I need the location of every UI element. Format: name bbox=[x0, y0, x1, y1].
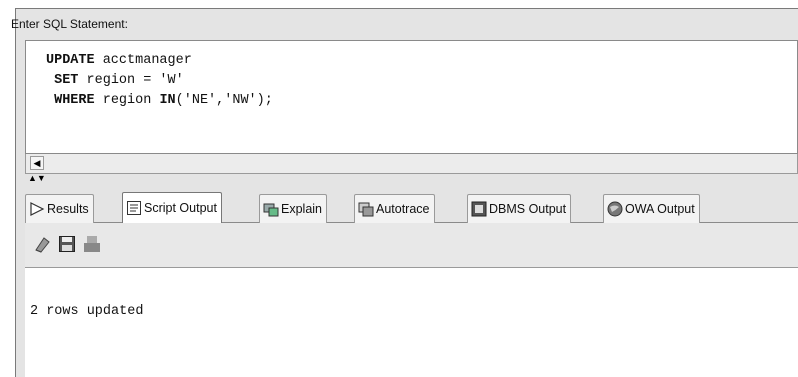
tab-owa-output-label: OWA Output bbox=[625, 202, 695, 216]
tab-explain[interactable]: Explain bbox=[259, 194, 327, 223]
splitter-arrows-icon[interactable]: ▲▼ bbox=[28, 174, 46, 183]
script-icon bbox=[126, 200, 142, 216]
keyword-in: IN bbox=[159, 93, 176, 108]
print-icon[interactable] bbox=[83, 235, 101, 253]
script-output-panel: 2 rows updated bbox=[25, 268, 798, 377]
dbms-icon bbox=[471, 201, 487, 217]
explain-icon bbox=[263, 201, 279, 217]
editor-label: Enter SQL Statement: bbox=[11, 17, 128, 31]
keyword-set: SET bbox=[54, 73, 79, 88]
tab-explain-label: Explain bbox=[281, 202, 322, 216]
code-where-column: region bbox=[94, 93, 160, 108]
globe-icon bbox=[607, 201, 623, 217]
autotrace-icon bbox=[358, 201, 374, 217]
tab-dbms-output-label: DBMS Output bbox=[489, 202, 567, 216]
save-icon[interactable] bbox=[58, 235, 76, 253]
keyword-where: WHERE bbox=[54, 93, 95, 108]
output-tabs: Results Script Output Explain Autotrace … bbox=[25, 192, 798, 224]
sql-code[interactable]: UPDATE acctmanager SET region = 'W' WHER… bbox=[46, 51, 273, 111]
eraser-icon[interactable] bbox=[33, 235, 51, 253]
tab-results-label: Results bbox=[47, 202, 89, 216]
tab-results[interactable]: Results bbox=[25, 194, 94, 223]
output-message: 2 rows updated bbox=[30, 304, 144, 319]
tab-autotrace-label: Autotrace bbox=[376, 202, 430, 216]
scroll-left-icon[interactable]: ◀ bbox=[30, 156, 44, 170]
keyword-update: UPDATE bbox=[46, 53, 95, 68]
tab-autotrace[interactable]: Autotrace bbox=[354, 194, 435, 223]
tab-dbms-output[interactable]: DBMS Output bbox=[467, 194, 572, 223]
play-arrow-icon bbox=[29, 201, 45, 217]
code-table-name: acctmanager bbox=[94, 53, 192, 68]
code-in-list: ('NE','NW'); bbox=[175, 93, 273, 108]
tab-owa-output[interactable]: OWA Output bbox=[603, 194, 700, 223]
tab-script-output[interactable]: Script Output bbox=[122, 192, 222, 224]
tab-script-output-label: Script Output bbox=[144, 201, 217, 215]
code-set-clause: region = 'W' bbox=[78, 73, 184, 88]
editor-horizontal-scrollbar[interactable]: ◀ bbox=[25, 154, 798, 174]
output-toolbar bbox=[25, 223, 798, 268]
sql-editor[interactable]: UPDATE acctmanager SET region = 'W' WHER… bbox=[25, 40, 798, 154]
